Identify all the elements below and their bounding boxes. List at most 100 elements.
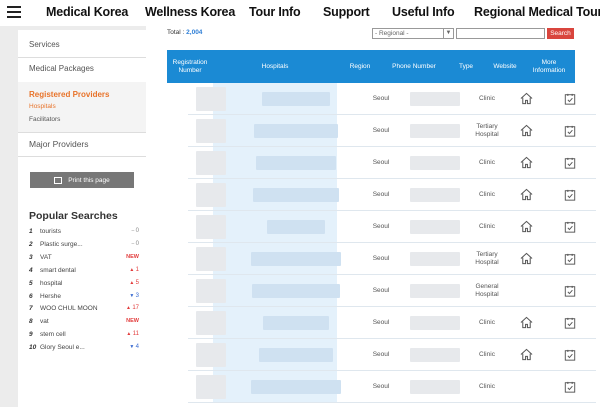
rank-change: ▲ 11 (126, 331, 139, 337)
rank-change-value: 11 (132, 331, 139, 338)
popular-search-item[interactable]: 10 Glory Seoul e... ▼ 4 (29, 343, 139, 355)
rank-change-value: NEW (126, 318, 139, 325)
popular-search-item[interactable]: 4 smart dental ▲ 1 (29, 266, 139, 278)
rank-change: NEW (126, 254, 139, 260)
hospital-name-cell[interactable] (234, 179, 358, 210)
nav-medical-korea[interactable]: Medical Korea (46, 5, 128, 19)
table-row: Seoul Clinic (188, 211, 596, 243)
website-cell (508, 307, 544, 338)
hospital-name-cell[interactable] (234, 211, 358, 242)
nav-tour-info[interactable]: Tour Info (249, 5, 301, 19)
phone-number-cell (404, 307, 466, 338)
hospital-name-cell[interactable] (234, 147, 358, 178)
top-navigation: Medical Korea Wellness Korea Tour Info S… (0, 0, 600, 26)
hospital-name-cell[interactable] (234, 339, 358, 370)
search-term: vat (40, 318, 49, 326)
more-info-cell (544, 179, 596, 210)
search-term: WOO CHUL MOON (40, 305, 98, 313)
info-sheet-icon[interactable] (564, 381, 576, 393)
home-icon[interactable] (520, 188, 533, 201)
redacted-text (196, 214, 226, 239)
table-row: Seoul Clinic (188, 83, 596, 115)
redacted-text (196, 310, 226, 335)
rank-change: – 0 (131, 241, 139, 247)
rank-number: 7 (29, 305, 33, 313)
region-cell: Seoul (372, 254, 390, 262)
website-cell (508, 243, 544, 274)
info-sheet-icon[interactable] (564, 253, 576, 265)
hospital-name-cell[interactable] (234, 371, 358, 402)
rank-number: 6 (29, 292, 33, 300)
home-icon[interactable] (520, 124, 533, 137)
rank-change-value: 3 (135, 292, 139, 299)
popular-search-item[interactable]: 9 stem cell ▲ 11 (29, 330, 139, 342)
phone-number-cell (404, 275, 466, 306)
popular-search-item[interactable]: 5 hospital ▲ 5 (29, 279, 139, 291)
menu-icon[interactable] (7, 6, 21, 18)
home-icon[interactable] (520, 92, 533, 105)
sidebar-item-services[interactable]: Services (18, 40, 146, 49)
home-icon[interactable] (520, 348, 533, 361)
nav-useful-info[interactable]: Useful Info (392, 5, 455, 19)
popular-search-item[interactable]: 8 vat NEW (29, 317, 139, 329)
nav-regional-medical-tourism[interactable]: Regional Medical Tourism (474, 5, 600, 19)
popular-search-item[interactable]: 2 Plastic surge... – 0 (29, 240, 139, 252)
popular-search-item[interactable]: 6 Hershe ▼ 3 (29, 292, 139, 304)
redacted-text (410, 283, 460, 298)
nav-wellness-korea[interactable]: Wellness Korea (145, 5, 235, 19)
rank-change: ▲ 1 (129, 267, 139, 273)
website-cell (508, 147, 544, 178)
print-button[interactable]: Print this page (30, 172, 134, 188)
type-cell: Tertiary Hospital (475, 250, 499, 266)
home-icon[interactable] (520, 156, 533, 169)
home-icon[interactable] (520, 220, 533, 233)
redacted-text (410, 251, 460, 266)
hospital-name-cell[interactable] (234, 83, 358, 114)
registration-number-cell (188, 275, 234, 306)
phone-number-cell (404, 115, 466, 146)
rank-change-value: 17 (132, 305, 139, 312)
hospital-name-cell[interactable] (234, 115, 358, 146)
home-icon[interactable] (520, 252, 533, 265)
sidebar-subitem-facilitators[interactable]: Facilitators (29, 116, 60, 123)
info-sheet-icon[interactable] (564, 317, 576, 329)
info-sheet-icon[interactable] (564, 157, 576, 169)
info-sheet-icon[interactable] (564, 285, 576, 297)
table-row: Seoul Clinic (188, 147, 596, 179)
info-sheet-icon[interactable] (564, 125, 576, 137)
hospital-name-cell[interactable] (234, 307, 358, 338)
table-row: Seoul Tertiary Hospital (188, 115, 596, 147)
sidebar-item-medical-packages[interactable]: Medical Packages (18, 64, 146, 73)
info-sheet-icon[interactable] (564, 189, 576, 201)
hospital-name-cell[interactable] (234, 243, 358, 274)
search-term: Hershe (40, 292, 61, 300)
registration-number-cell (188, 83, 234, 114)
rank-change: NEW (126, 318, 139, 324)
info-sheet-icon[interactable] (564, 93, 576, 105)
website-cell (508, 339, 544, 370)
nav-support[interactable]: Support (323, 5, 370, 19)
info-sheet-icon[interactable] (564, 349, 576, 361)
hospital-name-cell[interactable] (234, 275, 358, 306)
popular-search-item[interactable]: 1 tourists – 0 (29, 227, 139, 239)
sidebar-subitem-hospitals[interactable]: Hospitals (29, 103, 56, 110)
home-icon[interactable] (520, 316, 533, 329)
sidebar-item-registered-providers[interactable]: Registered Providers (29, 90, 109, 99)
info-sheet-icon[interactable] (564, 221, 576, 233)
sidebar-item-major-providers[interactable]: Major Providers (18, 139, 146, 149)
rank-change: ▲ 5 (129, 280, 139, 286)
search-term: VAT (40, 253, 52, 261)
rank-change-value: 1 (135, 266, 139, 273)
print-button-label: Print this page (68, 176, 110, 184)
region-cell: Seoul (372, 126, 390, 134)
phone-number-cell (404, 83, 466, 114)
popular-search-item[interactable]: 7 WOO CHUL MOON ▲ 17 (29, 304, 139, 316)
registration-number-cell (188, 243, 234, 274)
type-cell: Clinic (479, 94, 495, 102)
registration-number-cell (188, 179, 234, 210)
sidebar: Services Medical Packages Registered Pro… (18, 30, 146, 407)
redacted-text (196, 374, 226, 399)
registration-number-cell (188, 211, 234, 242)
popular-search-item[interactable]: 3 VAT NEW (29, 253, 139, 265)
region-cell: Seoul (372, 350, 390, 358)
